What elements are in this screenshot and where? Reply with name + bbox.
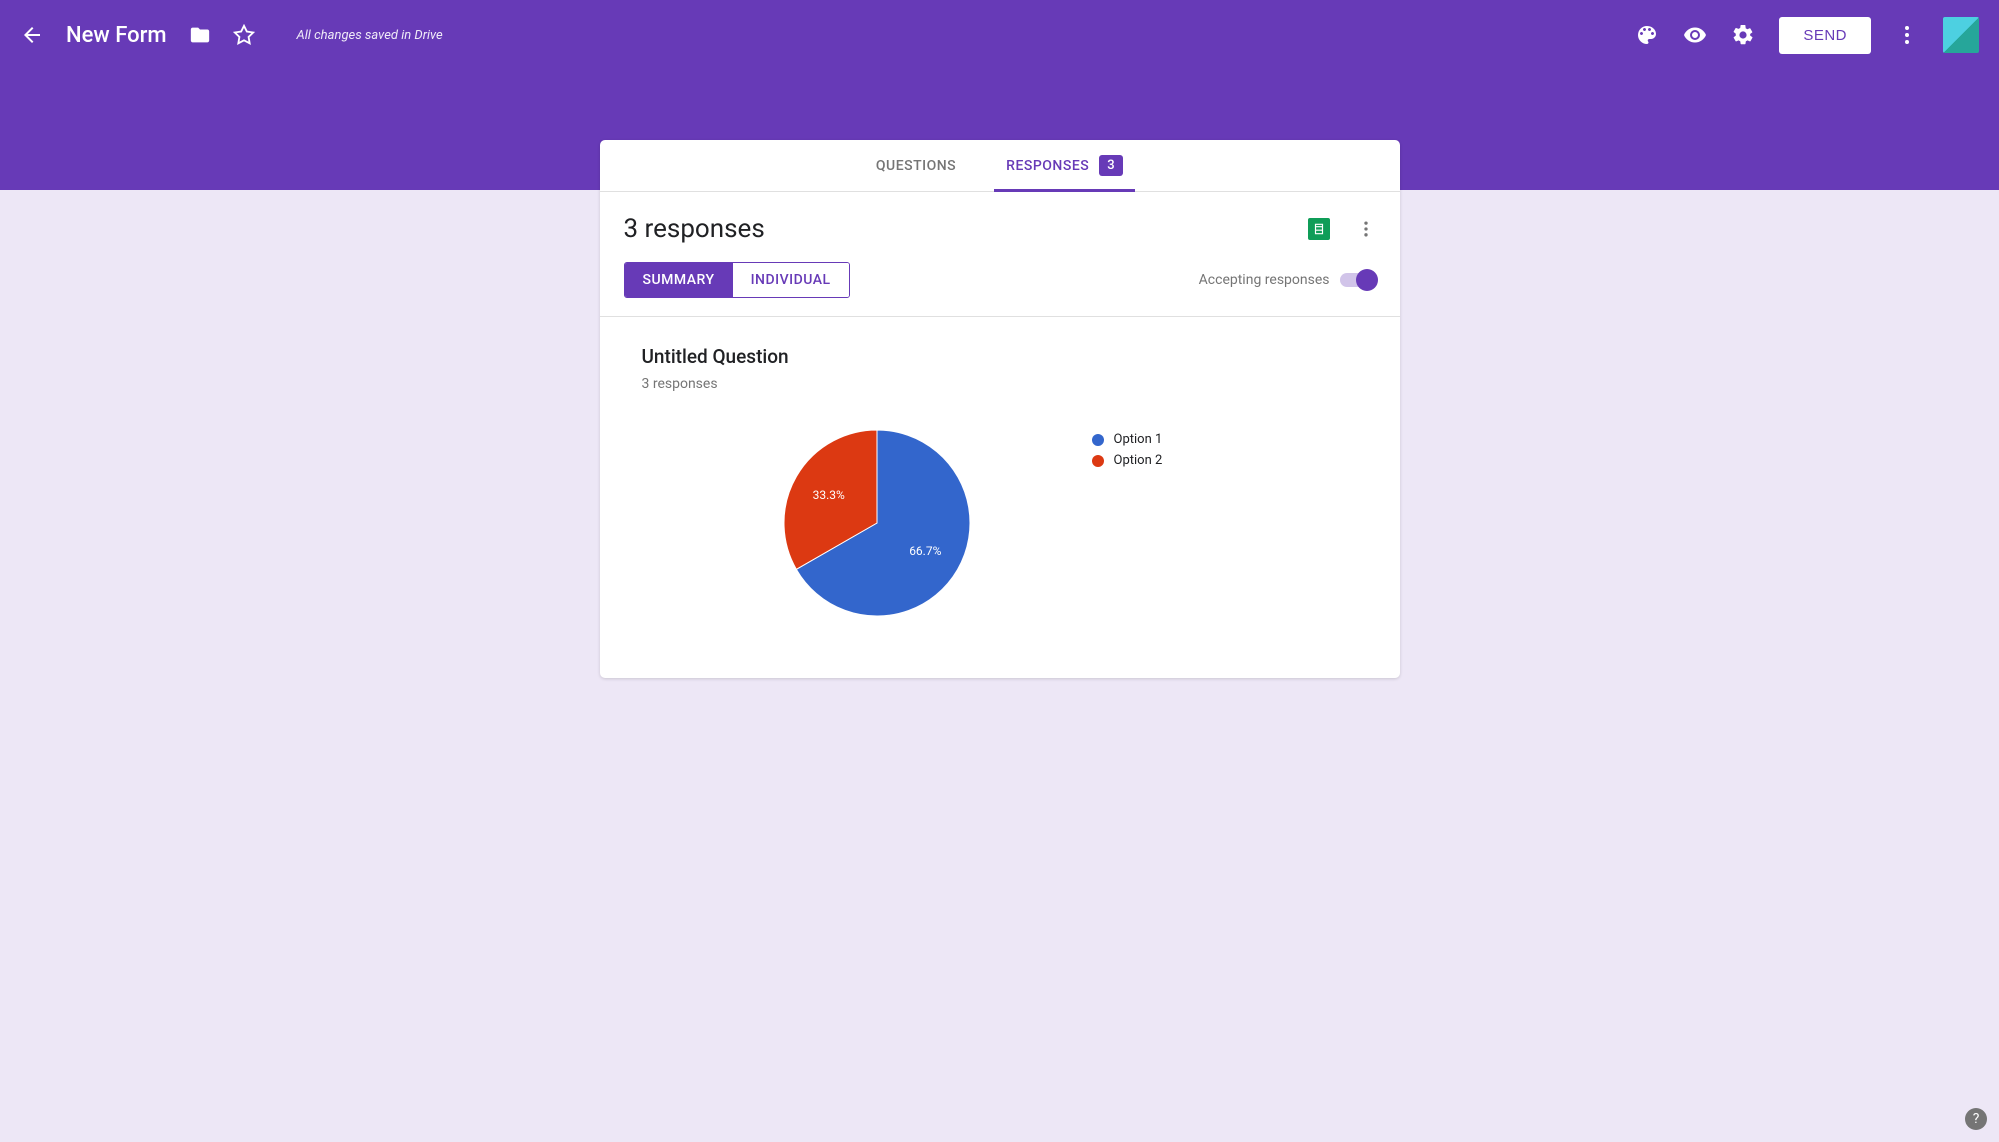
summary-tab[interactable]: SUMMARY [625,263,733,297]
legend-item: Option 2 [1092,453,1163,468]
settings-icon[interactable] [1731,23,1755,47]
tab-responses-label: RESPONSES [1006,158,1089,174]
folder-icon[interactable] [189,24,211,46]
legend-label: Option 1 [1114,432,1163,447]
legend-label: Option 2 [1114,453,1163,468]
tab-responses[interactable]: RESPONSES 3 [1006,140,1123,191]
accepting-responses: Accepting responses [1199,272,1376,288]
avatar[interactable] [1943,17,1979,53]
pie-chart: 66.7% 33.3% [782,428,972,618]
individual-tab[interactable]: INDIVIDUAL [733,263,849,297]
preview-icon[interactable] [1683,23,1707,47]
pie-slice-label: 66.7% [909,544,941,558]
legend-swatch [1092,434,1104,446]
chart-legend: Option 1 Option 2 [1092,428,1163,474]
legend-item: Option 1 [1092,432,1163,447]
question-title: Untitled Question [642,345,1358,368]
tab-questions[interactable]: QUESTIONS [876,140,956,191]
palette-icon[interactable] [1635,23,1659,47]
send-button[interactable]: SEND [1779,17,1871,54]
back-arrow-icon[interactable] [20,23,44,47]
form-title[interactable]: New Form [66,23,167,48]
accepting-label: Accepting responses [1199,272,1330,288]
saved-status: All changes saved in Drive [297,28,443,43]
responses-title: 3 responses [624,214,1308,244]
responses-badge: 3 [1099,155,1123,176]
star-icon[interactable] [233,24,255,46]
pie-slice-label: 33.3% [812,488,844,502]
help-icon[interactable]: ? [1965,1108,1987,1130]
responses-card: QUESTIONS RESPONSES 3 3 responses SUMMAR… [600,140,1400,678]
question-count: 3 responses [642,376,1358,392]
responses-more-icon[interactable] [1356,219,1376,239]
view-toggle: SUMMARY INDIVIDUAL [624,262,850,298]
more-icon[interactable] [1895,23,1919,47]
tabs: QUESTIONS RESPONSES 3 [600,140,1400,192]
legend-swatch [1092,455,1104,467]
sheets-icon[interactable] [1308,218,1330,240]
accepting-toggle[interactable] [1340,273,1376,287]
